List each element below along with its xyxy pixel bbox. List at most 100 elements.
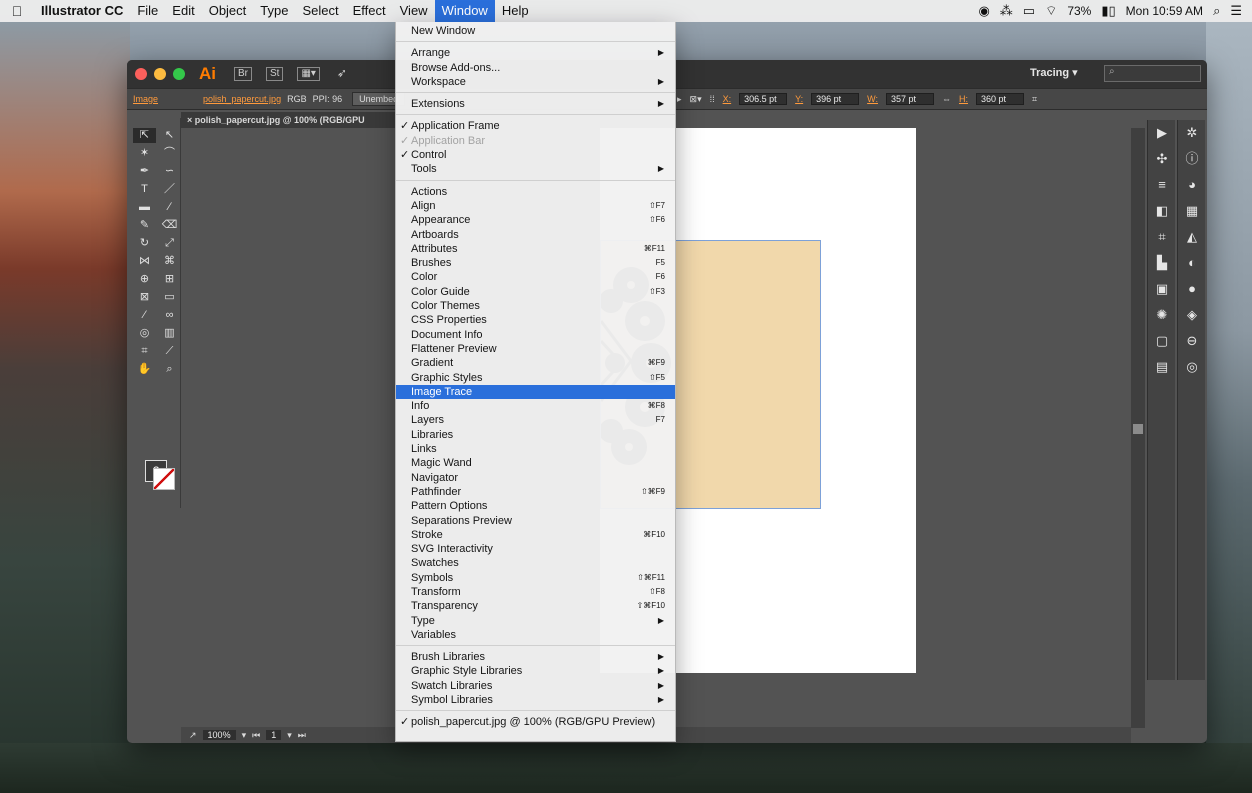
menu-item-control[interactable]: ✓ Control bbox=[396, 148, 675, 162]
lasso-tool-icon[interactable]: ⌒ bbox=[158, 146, 181, 161]
width-tool-icon[interactable]: ⋈ bbox=[133, 254, 156, 269]
menu-item-swatches[interactable]: Swatches bbox=[396, 556, 675, 570]
notification-center-icon[interactable]: ☰ bbox=[1230, 3, 1242, 19]
menu-item-flattener-preview[interactable]: Flattener Preview bbox=[396, 342, 675, 356]
shaper-tool-icon[interactable]: ✎ bbox=[133, 218, 156, 233]
menu-item-symbol-libraries[interactable]: Symbol Libraries ▶ bbox=[396, 693, 675, 707]
menu-item-actions[interactable]: Actions bbox=[396, 185, 675, 199]
align-panel-icon[interactable]: ⌗ bbox=[1148, 224, 1176, 250]
menu-item-transform[interactable]: Transform ⇧F8 bbox=[396, 585, 675, 599]
color-panel-icon[interactable]: ◕ bbox=[1178, 172, 1206, 198]
stock-button[interactable]: St bbox=[266, 67, 284, 81]
menu-item-new-window[interactable]: New Window bbox=[396, 24, 675, 38]
menu-item-links[interactable]: Links bbox=[396, 442, 675, 456]
w-label[interactable]: W: bbox=[867, 94, 878, 104]
control-image-link[interactable]: Image bbox=[133, 94, 158, 104]
libraries-panel-icon[interactable]: ◎ bbox=[1178, 354, 1206, 380]
swatches-panel-icon[interactable]: ▦ bbox=[1178, 198, 1206, 224]
color-guide-panel-icon[interactable]: ◐ bbox=[1178, 250, 1206, 276]
wifi-icon[interactable]: ⌔ bbox=[1045, 3, 1057, 19]
actions-panel-icon[interactable]: ▶ bbox=[1148, 120, 1176, 146]
magic-wand-tool-icon[interactable]: ✶ bbox=[133, 146, 156, 161]
symbol-sprayer-tool-icon[interactable]: ◎ bbox=[133, 326, 156, 341]
transform-options-icon[interactable]: ⊠▾ bbox=[690, 94, 702, 105]
menu-item-attributes[interactable]: Attributes ⌘F11 bbox=[396, 242, 675, 256]
gradient-panel-icon[interactable]: ◭ bbox=[1178, 224, 1206, 250]
menu-type[interactable]: Type bbox=[253, 0, 295, 22]
direct-selection-tool-icon[interactable]: ↖ bbox=[158, 128, 181, 143]
gradient-tool-icon[interactable]: ▭ bbox=[158, 290, 181, 305]
menu-item-color-themes[interactable]: Color Themes bbox=[396, 299, 675, 313]
app-switcher-icon[interactable]: ⁂ bbox=[1000, 3, 1013, 19]
info-panel-icon[interactable]: ⓘ bbox=[1178, 146, 1206, 172]
menu-effect[interactable]: Effect bbox=[346, 0, 393, 22]
menu-item-transparency[interactable]: Transparency ⇧⌘F10 bbox=[396, 599, 675, 613]
h-label[interactable]: H: bbox=[959, 94, 968, 104]
creative-cloud-icon[interactable]: ◉ bbox=[978, 3, 989, 19]
pathfinder-panel-icon[interactable]: ▙ bbox=[1148, 250, 1176, 276]
fill-stroke-swatches[interactable]: ? bbox=[145, 460, 175, 490]
mesh-tool-icon[interactable]: ⊠ bbox=[133, 290, 156, 305]
menu-item-application-frame[interactable]: ✓ Application Frame bbox=[396, 119, 675, 133]
menu-select[interactable]: Select bbox=[295, 0, 345, 22]
menu-file[interactable]: File bbox=[130, 0, 165, 22]
y-field[interactable]: 396 pt bbox=[811, 93, 860, 105]
stroke-panel-icon[interactable]: ≡ bbox=[1148, 172, 1176, 198]
y-label[interactable]: Y: bbox=[795, 94, 803, 104]
eyedropper-tool-icon[interactable]: ⁄ bbox=[133, 308, 156, 323]
scale-tool-icon[interactable]: ⤢ bbox=[158, 236, 181, 251]
reference-point-icon[interactable]: ⁞⁞ bbox=[710, 94, 715, 104]
rotate-tool-icon[interactable]: ↻ bbox=[133, 236, 156, 251]
menu-item-svg-interactivity[interactable]: SVG Interactivity bbox=[396, 542, 675, 556]
brushes-panel-icon[interactable]: ● bbox=[1178, 276, 1206, 302]
h-field[interactable]: 360 pt bbox=[975, 93, 1024, 105]
gpu-performance-icon[interactable]: ➶ bbox=[334, 67, 350, 81]
zoom-window-button[interactable] bbox=[173, 68, 185, 80]
layers-panel-icon[interactable]: ◈ bbox=[1178, 302, 1206, 328]
vertical-scrollbar[interactable] bbox=[1131, 128, 1145, 728]
transparency-panel-icon[interactable]: ◧ bbox=[1148, 198, 1176, 224]
menu-item-brushes[interactable]: Brushes F5 bbox=[396, 256, 675, 270]
menu-item-stroke[interactable]: Stroke ⌘F10 bbox=[396, 528, 675, 542]
eraser-tool-icon[interactable]: ⌫ bbox=[158, 218, 181, 233]
selection-tool-icon[interactable]: ⇱ bbox=[133, 128, 156, 143]
menu-item-type[interactable]: Type ▶ bbox=[396, 614, 675, 628]
menu-item-pattern-options[interactable]: Pattern Options bbox=[396, 499, 675, 513]
menu-window[interactable]: Window bbox=[434, 0, 495, 22]
shape-builder-tool-icon[interactable]: ⊕ bbox=[133, 272, 156, 287]
appearance-panel-icon[interactable]: ✺ bbox=[1148, 302, 1176, 328]
share-icon[interactable]: ↗ bbox=[189, 730, 197, 741]
battery-icon[interactable]: ▮▯ bbox=[1101, 3, 1115, 19]
document-tab[interactable]: × polish_papercut.jpg @ 100% (RGB/GPU Pr… bbox=[181, 112, 395, 141]
paintbrush-tool-icon[interactable]: ∕ bbox=[158, 200, 181, 215]
curvature-tool-icon[interactable]: ∽ bbox=[158, 164, 181, 179]
apple-menu-icon[interactable]:  bbox=[0, 3, 34, 19]
menu-item-color-guide[interactable]: Color Guide ⇧F3 bbox=[396, 285, 675, 299]
artboard-tool-icon[interactable]: ⌗ bbox=[133, 344, 156, 359]
align-icon[interactable]: ▸ bbox=[677, 94, 682, 105]
zoom-tool-icon[interactable]: ⌕ bbox=[158, 362, 181, 377]
scrollbar-thumb[interactable] bbox=[1133, 424, 1143, 434]
hand-tool-icon[interactable]: ✋ bbox=[133, 362, 156, 377]
menu-object[interactable]: Object bbox=[202, 0, 254, 22]
menu-item-graphic-styles[interactable]: Graphic Styles ⇧F5 bbox=[396, 371, 675, 385]
column-graph-tool-icon[interactable]: ▥ bbox=[158, 326, 181, 341]
isolate-icon[interactable]: ⌗ bbox=[1032, 94, 1037, 105]
menu-item-pathfinder[interactable]: Pathfinder ⇧⌘F9 bbox=[396, 485, 675, 499]
menu-item-image-trace[interactable]: Image Trace bbox=[396, 384, 675, 400]
menu-item-layers[interactable]: Layers F7 bbox=[396, 413, 675, 427]
x-label[interactable]: X: bbox=[723, 94, 732, 104]
menu-view[interactable]: View bbox=[393, 0, 435, 22]
menu-item-artboards[interactable]: Artboards bbox=[396, 228, 675, 242]
spotlight-icon[interactable]: ⌕ bbox=[1213, 3, 1220, 19]
menu-item-graphic-style-libraries[interactable]: Graphic Style Libraries ▶ bbox=[396, 664, 675, 678]
image-trace-panel-icon[interactable]: ✲ bbox=[1178, 120, 1206, 146]
artboard-dropdown-icon[interactable]: ▾ bbox=[287, 730, 292, 741]
next-artboard-icon[interactable]: ⏭ bbox=[298, 730, 306, 741]
menu-item-tools[interactable]: Tools ▶ bbox=[396, 162, 675, 176]
close-window-button[interactable] bbox=[135, 68, 147, 80]
transform-panel-icon[interactable]: ▣ bbox=[1148, 276, 1176, 302]
menu-item-extensions[interactable]: Extensions ▶ bbox=[396, 97, 675, 111]
menu-item-workspace[interactable]: Workspace ▶ bbox=[396, 75, 675, 89]
airplay-icon[interactable]: ▭ bbox=[1023, 3, 1035, 19]
